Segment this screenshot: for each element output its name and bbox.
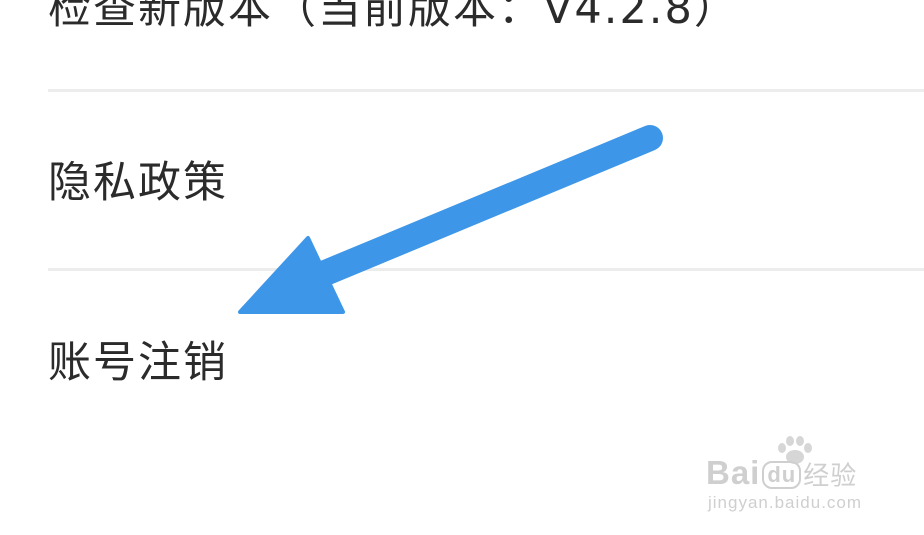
watermark-brand: Bai du 经验: [706, 454, 858, 491]
watermark-brand-suffix: 经验: [803, 460, 858, 491]
watermark-brand-badge: du: [762, 461, 802, 490]
watermark-brand-prefix: Bai: [706, 454, 761, 491]
baidu-jingyan-watermark: Bai du 经验 jingyan.baidu.com: [706, 432, 882, 518]
check-update-item[interactable]: 检查新版本（当前版本：V4.2.8）: [48, 0, 924, 31]
account-cancellation-item[interactable]: 账号注销: [48, 342, 924, 385]
arrow-shaft: [305, 125, 663, 289]
arrow-head: [238, 236, 345, 314]
privacy-policy-item[interactable]: 隐私政策: [48, 162, 924, 205]
watermark-url: jingyan.baidu.com: [708, 493, 863, 512]
settings-page: 检查新版本（当前版本：V4.2.8） 隐私政策 账号注销 Bai du 经验 jin…: [0, 0, 924, 535]
divider: [48, 89, 924, 92]
divider: [48, 268, 924, 271]
